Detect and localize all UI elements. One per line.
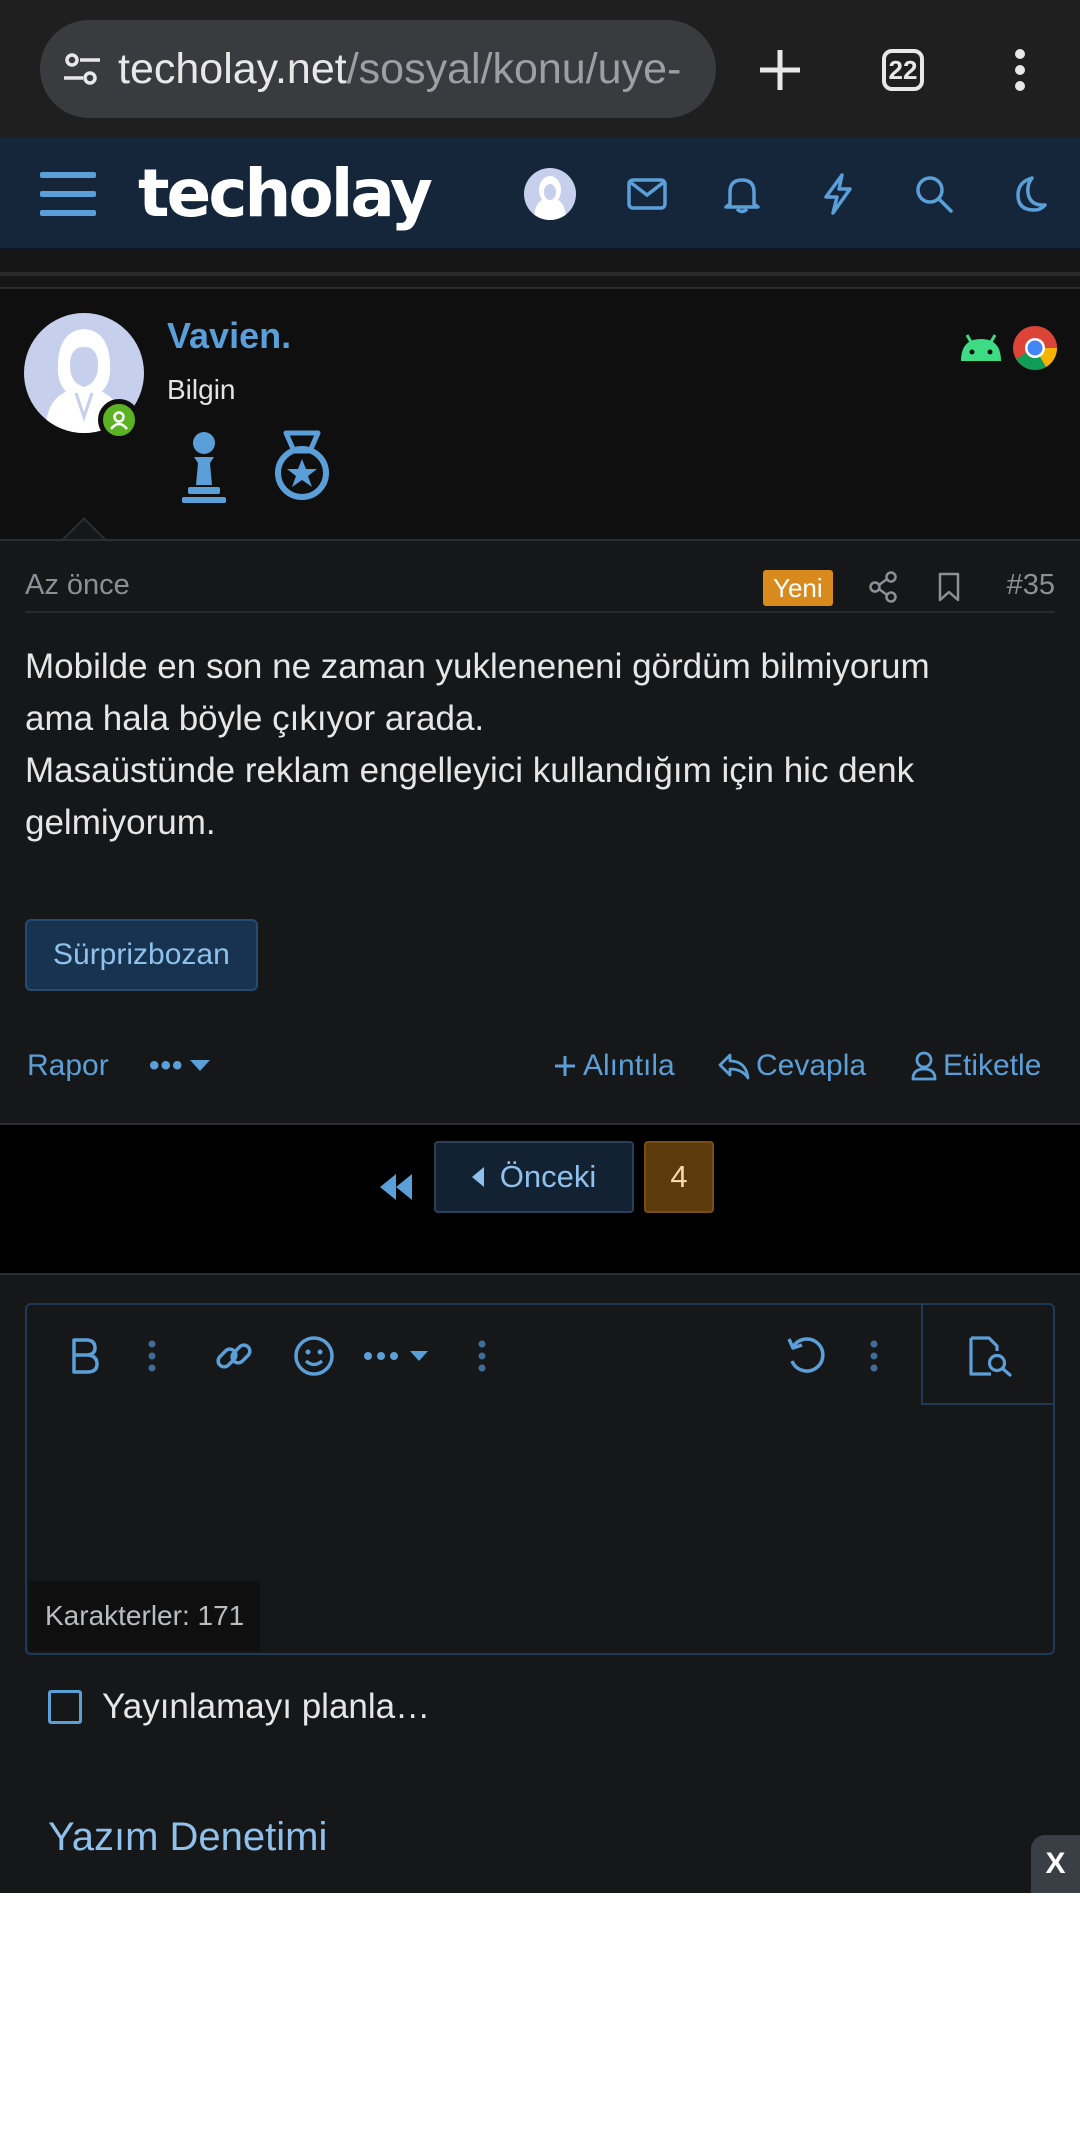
pagination: Önceki 4 xyxy=(0,1123,1080,1275)
reply-editor[interactable]: Karakterler: 171 xyxy=(25,1303,1055,1655)
pawn-icon xyxy=(182,432,226,503)
reply-icon xyxy=(718,1053,750,1080)
bookmark-icon[interactable] xyxy=(929,567,969,607)
tag-user-button[interactable]: Etiketle xyxy=(911,1049,1041,1083)
schedule-label: Yayınlamayı planla… xyxy=(102,1687,431,1726)
url-path: /sosyal/konu/uye- xyxy=(346,45,682,93)
post-body: Az önce Yeni #35 Mobilde en son ne zaman… xyxy=(0,539,1080,1123)
post-date[interactable]: Az önce xyxy=(25,569,130,602)
tabs-button[interactable]: 22 xyxy=(863,30,943,110)
medal-icon xyxy=(275,430,329,500)
moon-icon[interactable] xyxy=(998,164,1058,224)
caret-down-icon xyxy=(189,1060,210,1071)
browser-toolbar: techolay.net/sosyal/konu/uye- 22 xyxy=(0,0,1080,138)
post-author-panel: Vavien. Bilgin xyxy=(0,287,1080,539)
more-vert-icon[interactable] xyxy=(457,1331,507,1381)
post-line: gelmiyorum. xyxy=(25,803,216,842)
post-number[interactable]: #35 xyxy=(1007,569,1055,602)
more-actions-dropdown[interactable]: ••• xyxy=(149,1049,210,1083)
editor-toolbar xyxy=(27,1305,1055,1405)
new-badge: Yeni xyxy=(763,570,833,606)
post-pointer-fill xyxy=(64,520,104,540)
bold-icon[interactable] xyxy=(59,1331,109,1381)
link-icon[interactable] xyxy=(209,1331,259,1381)
post-meta: Az önce Yeni #35 xyxy=(25,561,1055,613)
site-header: techolay xyxy=(0,138,1080,250)
tune-icon[interactable] xyxy=(62,49,102,89)
tabs-icon: 22 xyxy=(882,49,924,91)
menu-icon[interactable] xyxy=(40,170,96,218)
more-dropdown-icon[interactable] xyxy=(357,1331,437,1381)
user-icon xyxy=(911,1051,937,1081)
first-page-button[interactable] xyxy=(366,1157,426,1217)
post-line: Masaüstünde reklam engelleyici kullandığ… xyxy=(25,751,915,790)
close-button[interactable]: X xyxy=(1031,1835,1080,1893)
url-text[interactable]: techolay.net/sosyal/konu/uye- xyxy=(118,20,696,118)
address-bar[interactable]: techolay.net/sosyal/konu/uye- xyxy=(40,20,716,118)
spoiler-button[interactable]: Sürprizbozan xyxy=(25,919,258,991)
report-link[interactable]: Rapor xyxy=(27,1049,109,1083)
more-vert-icon[interactable] xyxy=(127,1331,177,1381)
more-vert-icon[interactable] xyxy=(849,1331,899,1381)
double-chevron-left-icon xyxy=(380,1174,412,1200)
undo-icon[interactable] xyxy=(781,1331,831,1381)
more-vert-icon xyxy=(1015,49,1025,91)
online-status-icon xyxy=(98,399,140,441)
header-divider xyxy=(0,250,1080,290)
platform-icons xyxy=(958,325,1058,371)
plus-icon xyxy=(555,1056,575,1076)
post-line: Mobilde en son ne zaman yukleneneni görd… xyxy=(25,647,930,686)
chrome-icon xyxy=(1013,326,1057,370)
quote-button[interactable]: Alıntıla xyxy=(553,1049,675,1083)
emoji-icon[interactable] xyxy=(289,1331,339,1381)
avatar-image xyxy=(534,176,566,220)
character-count: Karakterler: 171 xyxy=(29,1581,261,1651)
search-icon[interactable] xyxy=(904,164,964,224)
section-title: Yazım Denetimi xyxy=(48,1815,328,1859)
author-title: Bilgin xyxy=(167,374,236,405)
ad-area xyxy=(0,1893,1080,2139)
preview-button[interactable] xyxy=(921,1305,1055,1405)
browser-menu-button[interactable] xyxy=(980,30,1060,110)
divider xyxy=(0,272,1080,276)
schedule-option[interactable]: Yayınlamayı planla… xyxy=(48,1687,430,1727)
bell-icon[interactable] xyxy=(712,164,772,224)
plus-icon xyxy=(760,50,800,90)
site-logo[interactable]: techolay xyxy=(138,156,433,232)
author-name[interactable]: Vavien. xyxy=(167,315,291,357)
mail-icon[interactable] xyxy=(617,164,677,224)
android-icon xyxy=(961,334,1001,361)
avatar[interactable] xyxy=(524,168,576,220)
reply-area: Karakterler: 171 Yayınlamayı planla… Yaz… xyxy=(0,1275,1080,1893)
bolt-icon[interactable] xyxy=(808,164,868,224)
schedule-checkbox[interactable] xyxy=(48,1690,82,1724)
caret-left-icon xyxy=(471,1167,484,1187)
new-tab-button[interactable] xyxy=(740,30,820,110)
url-host: techolay.net xyxy=(118,45,347,93)
current-page[interactable]: 4 xyxy=(644,1141,714,1213)
post-actions: Rapor ••• Alıntıla Cevapla Etiketle xyxy=(25,1041,1055,1101)
preview-icon xyxy=(969,1336,1012,1377)
share-icon[interactable] xyxy=(863,567,903,607)
reply-button[interactable]: Cevapla xyxy=(718,1049,866,1083)
post-message: Mobilde en son ne zaman yukleneneni görd… xyxy=(25,641,1045,849)
previous-page-button[interactable]: Önceki xyxy=(434,1141,634,1213)
post-line: ama hala böyle çıkıyor arada. xyxy=(25,699,485,738)
